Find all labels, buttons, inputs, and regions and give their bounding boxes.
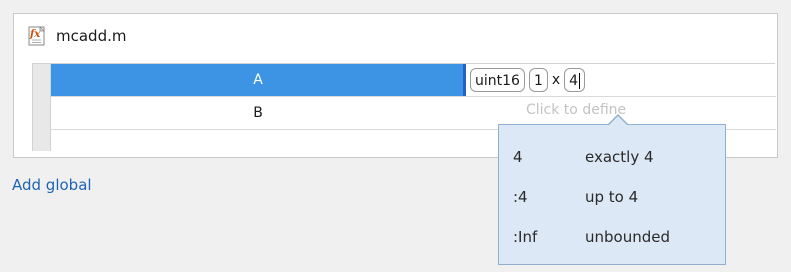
size-option-label: up to 4 [585,188,639,206]
size-option-label: unbounded [585,228,670,246]
text-caret [579,73,581,89]
row-gutter [33,64,51,151]
input-row-a[interactable]: A uint16 1 x 4 [51,64,776,97]
size-option-key: :Inf [513,228,538,246]
file-name: mcadd.m [56,27,127,45]
dim2-token[interactable]: 4 [564,68,586,92]
type-editor[interactable]: uint16 1 x 4 [470,64,589,96]
times-separator: x [551,72,561,88]
function-file-icon: fx [28,26,45,46]
dim2-value: 4 [569,73,579,89]
input-name-cell[interactable]: A [51,64,465,96]
svg-text:fx: fx [29,29,41,40]
file-header[interactable]: fx mcadd.m [26,22,126,50]
dim1-token[interactable]: 1 [528,68,548,92]
size-option-key: 4 [513,148,523,166]
popup-pointer-fill [608,116,628,126]
size-option-upto[interactable]: :4 up to 4 [513,182,718,212]
class-token[interactable]: uint16 [470,68,525,92]
add-global-link[interactable]: Add global [12,176,92,194]
size-suggestion-popup: 4 exactly 4 :4 up to 4 :Inf unbounded [498,114,726,265]
selection-edge [463,64,466,96]
size-option-unbounded[interactable]: :Inf unbounded [513,222,718,252]
size-option-exact[interactable]: 4 exactly 4 [513,142,718,172]
size-option-label: exactly 4 [585,148,654,166]
input-name-cell[interactable]: B [51,97,465,129]
size-option-key: :4 [513,188,528,206]
